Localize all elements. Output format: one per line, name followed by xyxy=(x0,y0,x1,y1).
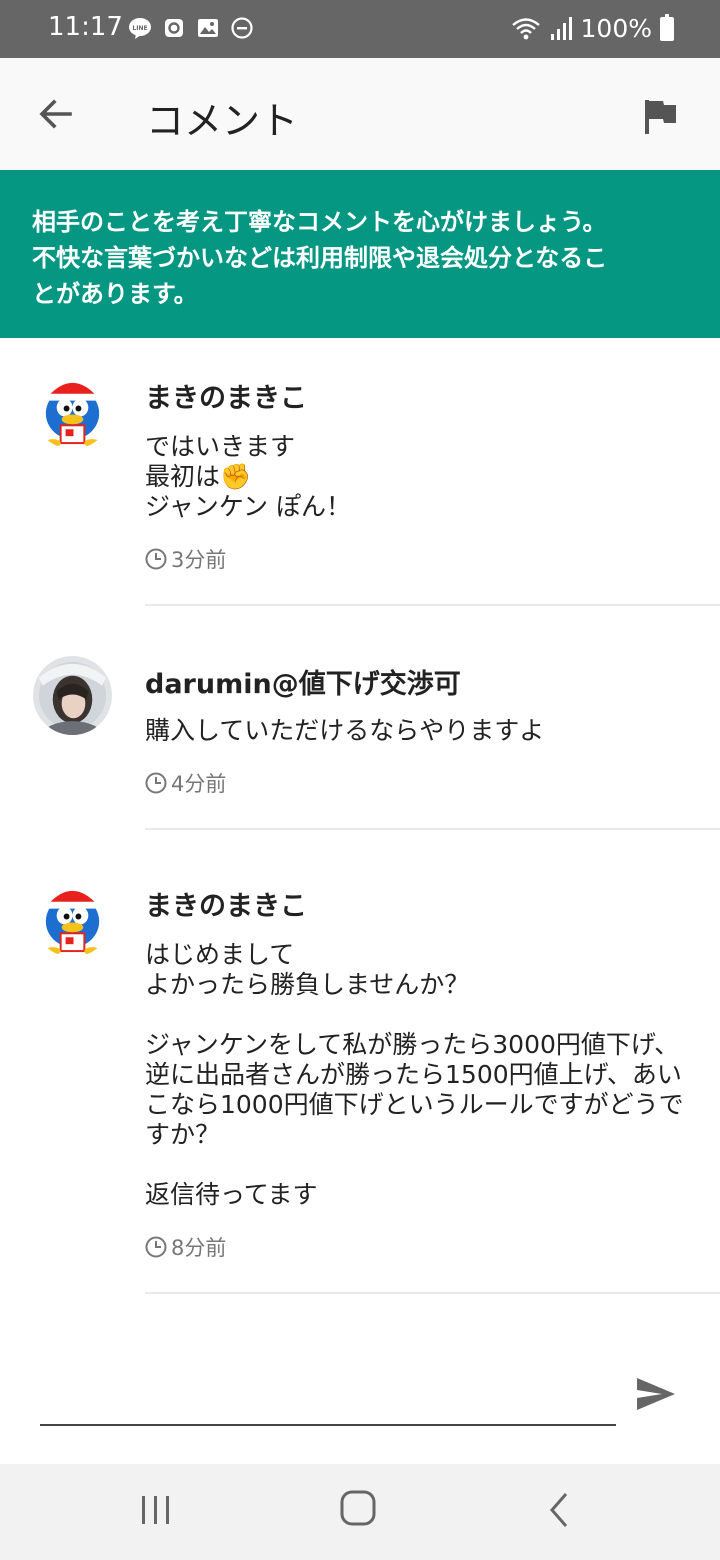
user-photo-avatar xyxy=(33,656,112,735)
penguin-avatar-icon xyxy=(33,878,112,957)
comment-input[interactable] xyxy=(40,1370,616,1420)
wifi-icon xyxy=(511,17,540,39)
divider xyxy=(145,828,720,830)
signal-icon xyxy=(550,16,572,40)
recent-apps-icon[interactable] xyxy=(136,1492,176,1528)
input-underline xyxy=(40,1424,616,1426)
clock-icon xyxy=(145,548,167,570)
comment-timestamp: 3分前 xyxy=(145,544,226,574)
arrow-left-icon[interactable] xyxy=(34,92,78,136)
divider xyxy=(145,604,720,606)
notification-icon xyxy=(165,19,183,37)
avatar[interactable] xyxy=(33,878,112,957)
comment-timestamp: 8分前 xyxy=(145,1232,226,1262)
back-icon[interactable] xyxy=(544,1490,574,1530)
home-icon[interactable] xyxy=(338,1488,378,1528)
clock-icon xyxy=(145,772,167,794)
send-icon[interactable] xyxy=(634,1372,678,1416)
penguin-avatar-icon xyxy=(33,370,112,449)
comment-body: 購入していただけるならやりますよ xyxy=(145,716,545,745)
comment-author[interactable]: darumin@値下げ交渉可 xyxy=(145,662,461,701)
notice-line-3: とがあります。 xyxy=(32,280,198,308)
battery-icon xyxy=(660,13,674,41)
avatar[interactable] xyxy=(33,370,112,449)
page-title: コメント xyxy=(146,99,299,143)
divider xyxy=(145,1292,720,1294)
comment-author[interactable]: まきのまきこ xyxy=(145,884,307,923)
dnd-icon xyxy=(231,17,253,39)
notice-line-1: 相手のことを考え丁寧なコメントを心がけましょう。 xyxy=(32,208,607,236)
image-icon xyxy=(198,19,218,37)
flag-icon[interactable] xyxy=(640,96,680,136)
comment-body: はじめまして よかったら勝負しませんか？ ジャンケンをして私が勝ったら3000円… xyxy=(145,940,684,1209)
comment-timestamp: 4分前 xyxy=(145,768,226,798)
line-icon: LINE xyxy=(129,18,151,39)
svg-text:LINE: LINE xyxy=(132,25,147,32)
comment-author[interactable]: まきのまきこ xyxy=(145,376,307,415)
system-nav-bar xyxy=(0,1464,720,1560)
app-header: コメント xyxy=(0,58,720,170)
notice-line-2: 不快な言葉づかいなどは利用制限や退会処分となるこ xyxy=(32,244,608,272)
battery-percent: 100% xyxy=(580,14,652,43)
etiquette-notice: 相手のことを考え丁寧なコメントを心がけましょう。 不快な言葉づかいなどは利用制限… xyxy=(0,170,720,338)
avatar[interactable] xyxy=(33,656,112,735)
comment-body: ではいきます 最初は✊ ジャンケン ぽん！ xyxy=(145,432,351,521)
status-time: 11:17 xyxy=(48,12,123,42)
clock-icon xyxy=(145,1236,167,1258)
status-bar: 11:17 LINE 100% xyxy=(0,0,720,58)
